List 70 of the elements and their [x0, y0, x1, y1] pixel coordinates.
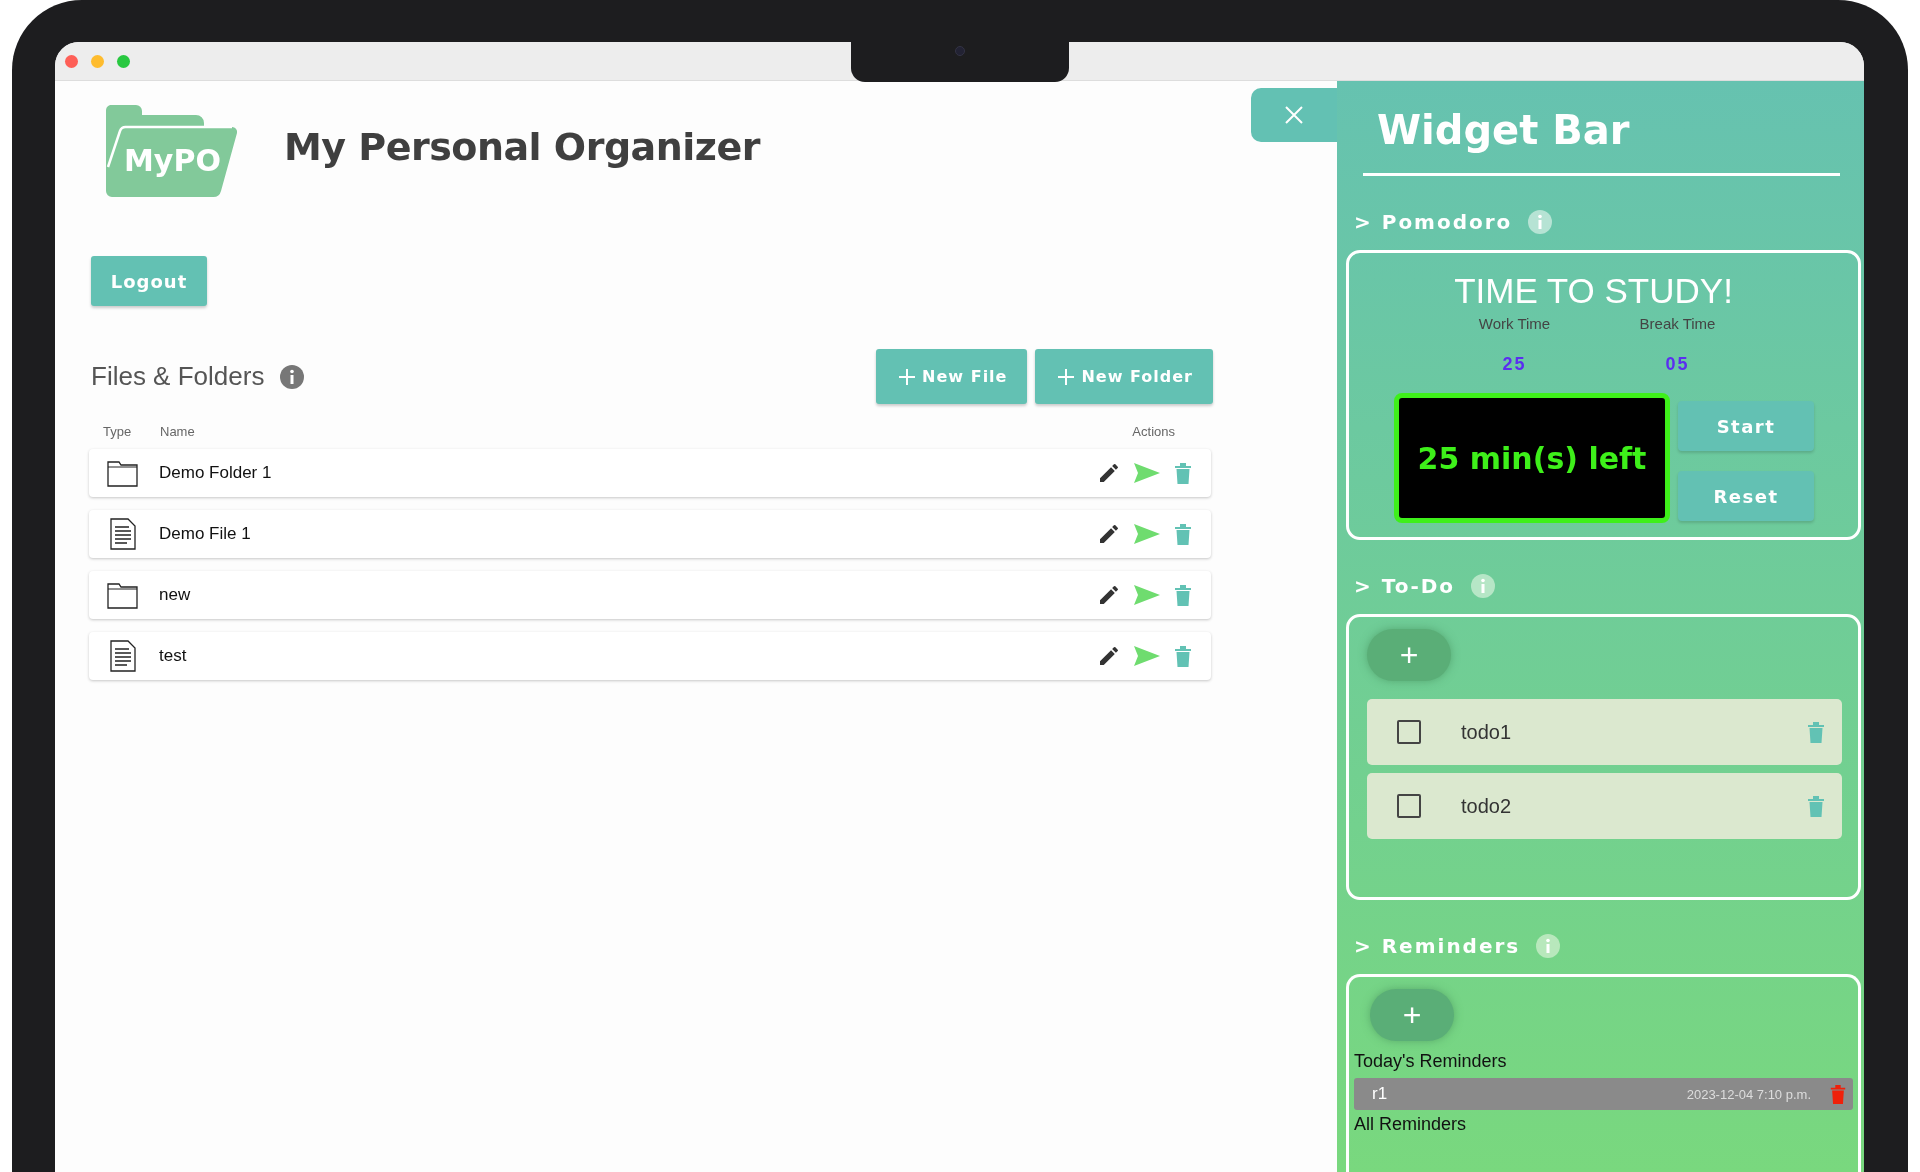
- close-button[interactable]: [1251, 88, 1337, 142]
- trash-icon[interactable]: [1829, 1083, 1847, 1105]
- file-name: Demo File 1: [159, 524, 251, 544]
- add-button[interactable]: +: [1367, 629, 1451, 681]
- add-button[interactable]: +: [1370, 989, 1454, 1041]
- send-icon[interactable]: [1133, 461, 1161, 485]
- new-item-button[interactable]: New Folder: [1035, 349, 1213, 404]
- plus-icon: [1057, 367, 1076, 386]
- send-icon[interactable]: [1133, 583, 1161, 607]
- checkbox[interactable]: [1397, 794, 1421, 818]
- plus-icon: [898, 367, 917, 386]
- work-time-label: Work Time: [1477, 315, 1552, 332]
- section-heading[interactable]: > Reminders: [1354, 934, 1521, 958]
- reminders-label: Today's Reminders: [1354, 1051, 1508, 1072]
- column-header: Name: [160, 424, 196, 439]
- edit-icon[interactable]: [1097, 644, 1121, 668]
- minimize-window-button[interactable]: [91, 54, 104, 68]
- todo-text: todo1: [1461, 720, 1512, 744]
- break-time-value[interactable]: 05: [1596, 354, 1759, 375]
- reminders-label: All Reminders: [1354, 1114, 1468, 1135]
- camera-icon: [955, 46, 965, 56]
- column-header: Type: [102, 424, 133, 439]
- close-icon: [1284, 105, 1304, 125]
- timer-button[interactable]: Reset: [1678, 471, 1814, 521]
- edit-icon[interactable]: [1097, 522, 1121, 546]
- timer-button[interactable]: Start: [1678, 401, 1814, 451]
- break-time-label: Break Time: [1638, 315, 1717, 332]
- pomodoro-title: TIME TO STUDY!: [1453, 271, 1734, 311]
- trash-icon[interactable]: [1806, 794, 1826, 818]
- file-row[interactable]: test: [89, 632, 1211, 680]
- file-name: test: [159, 646, 187, 666]
- trash-icon[interactable]: [1173, 583, 1193, 607]
- info-icon[interactable]: [280, 364, 305, 389]
- trash-icon[interactable]: [1173, 522, 1193, 546]
- section-heading[interactable]: > Pomodoro: [1354, 210, 1513, 234]
- info-icon[interactable]: [1471, 574, 1496, 598]
- info-icon[interactable]: [1536, 934, 1561, 958]
- file-name: Demo Folder 1: [159, 463, 272, 483]
- file-row[interactable]: Demo File 1: [89, 510, 1211, 558]
- reminder-name: r1: [1372, 1084, 1388, 1104]
- edit-icon[interactable]: [1097, 461, 1121, 485]
- file-row[interactable]: new: [89, 571, 1211, 619]
- close-window-button[interactable]: [65, 54, 78, 68]
- app-title: My Personal Organizer: [284, 125, 760, 169]
- reminder-datetime: 2023-12-04 7:10 p.m.: [1686, 1086, 1811, 1102]
- section-title: Files & Folders: [91, 361, 265, 392]
- file-row[interactable]: Demo Folder 1: [89, 449, 1211, 497]
- logo-text: MyPO: [124, 143, 221, 178]
- checkbox[interactable]: [1397, 720, 1421, 744]
- logout-button[interactable]: Logout: [91, 256, 207, 306]
- trash-icon[interactable]: [1173, 461, 1193, 485]
- folder-icon: [107, 581, 139, 609]
- section-heading[interactable]: > To-Do: [1354, 574, 1456, 598]
- work-time-value[interactable]: 25: [1433, 354, 1596, 375]
- edit-icon[interactable]: [1097, 583, 1121, 607]
- send-icon[interactable]: [1133, 644, 1161, 668]
- document-icon: [110, 640, 136, 672]
- todo-text: todo2: [1461, 794, 1512, 818]
- folder-icon: [107, 459, 139, 487]
- zoom-window-button[interactable]: [117, 54, 130, 68]
- column-header: Actions: [1132, 424, 1176, 439]
- document-icon: [110, 518, 136, 550]
- file-name: new: [159, 585, 191, 605]
- trash-icon[interactable]: [1173, 644, 1193, 668]
- timer-display: 25 min(s) left: [1394, 393, 1670, 523]
- info-icon[interactable]: [1528, 210, 1553, 234]
- send-icon[interactable]: [1133, 522, 1161, 546]
- new-item-button[interactable]: New File: [876, 349, 1028, 404]
- sidebar-title: Widget Bar: [1377, 107, 1631, 153]
- trash-icon[interactable]: [1806, 720, 1826, 744]
